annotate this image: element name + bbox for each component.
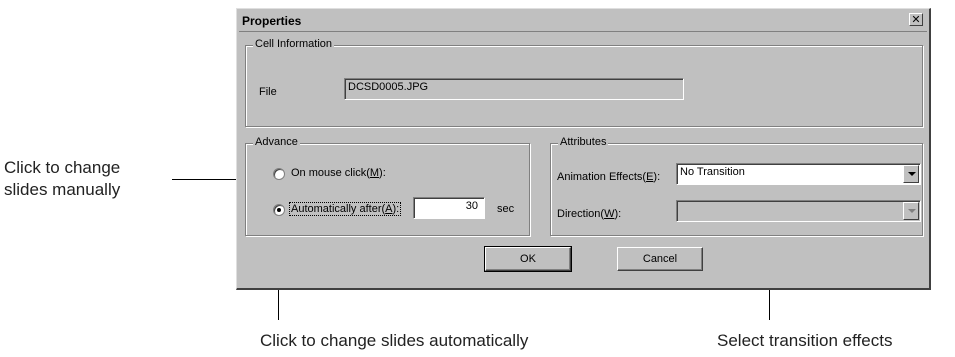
direction-select[interactable]: [676, 200, 921, 222]
chevron-down-icon: [908, 209, 916, 213]
dialog-title: Properties: [242, 14, 302, 28]
animation-effects-value: No Transition: [680, 166, 745, 178]
animation-effects-dropdown-button[interactable]: [903, 165, 919, 183]
automatic-radio[interactable]: [273, 204, 285, 216]
mouse-click-radio[interactable]: [273, 168, 285, 180]
advance-legend: Advance: [253, 136, 300, 148]
callout-manual-line2: slides manually: [4, 180, 121, 199]
direction-dropdown-button[interactable]: [903, 202, 919, 220]
attributes-group: Attributes Animation Effects(E): No Tran…: [550, 136, 923, 236]
ok-button[interactable]: OK: [484, 246, 572, 272]
callout-automatic: Click to change slides automatically: [260, 331, 529, 350]
file-field[interactable]: DCSD0005.JPG: [344, 78, 684, 100]
callout-manual-line1: Click to change: [4, 158, 121, 177]
animation-effects-select[interactable]: No Transition: [676, 163, 921, 185]
seconds-unit: sec: [497, 203, 515, 215]
properties-dialog: Properties ✕ Cell Information File DCSD0…: [236, 8, 931, 290]
attributes-legend: Attributes: [558, 136, 609, 148]
cancel-button[interactable]: Cancel: [617, 247, 703, 271]
mouse-click-label[interactable]: On mouse click(M):: [291, 167, 386, 179]
animation-effects-label: Animation Effects(E):: [557, 171, 661, 183]
close-icon[interactable]: ✕: [909, 13, 923, 26]
automatic-radio-dot: [277, 208, 281, 212]
direction-label: Direction(W):: [557, 208, 622, 220]
advance-group: Advance On mouse click(M): Automatically…: [245, 136, 530, 236]
dialog-titlebar[interactable]: Properties ✕: [239, 11, 927, 31]
cell-information-legend: Cell Information: [253, 38, 335, 50]
chevron-down-icon: [908, 172, 916, 176]
automatic-label[interactable]: Automatically after(A):: [288, 202, 402, 216]
seconds-input[interactable]: 30: [413, 197, 485, 219]
file-label: File: [259, 86, 277, 98]
callout-transition: Select transition effects: [717, 331, 893, 350]
titlebar-divider: [239, 31, 927, 32]
cell-information-group: Cell Information File DCSD0005.JPG: [245, 38, 923, 127]
